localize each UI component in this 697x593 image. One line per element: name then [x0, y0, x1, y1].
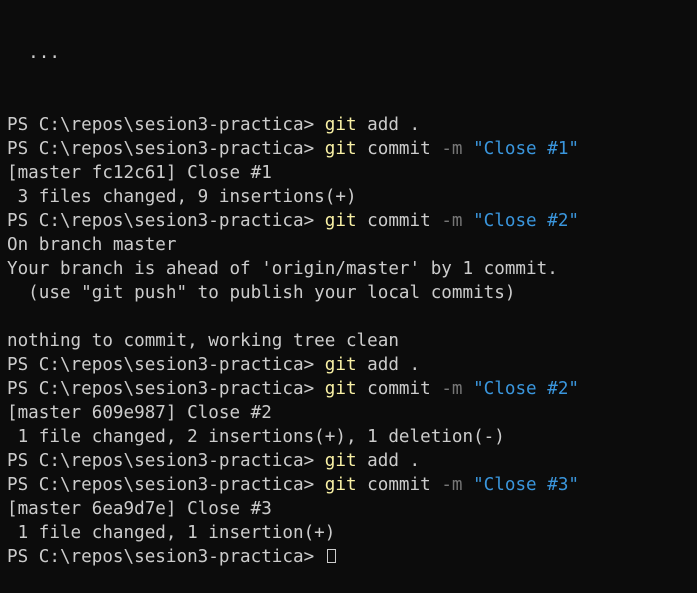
- command-flag: -m: [441, 139, 463, 159]
- prompt-text: PS C:\repos\sesion3-practica>: [7, 475, 325, 495]
- command-line: PS C:\repos\sesion3-practica> git commit…: [0, 377, 697, 401]
- active-prompt-line[interactable]: PS C:\repos\sesion3-practica>: [0, 545, 697, 569]
- output-line: [master 6ea9d7e] Close #3: [7, 499, 272, 519]
- prompt-text: PS C:\repos\sesion3-practica>: [7, 115, 325, 135]
- command-args: add .: [356, 355, 421, 375]
- command-line: PS C:\repos\sesion3-practica> git add .: [0, 449, 697, 473]
- output-line: nothing to commit, working tree clean: [7, 331, 399, 351]
- command-args: commit: [356, 211, 442, 231]
- command-line: PS C:\repos\sesion3-practica> git add .: [0, 353, 697, 377]
- command-name: git: [324, 379, 357, 399]
- command-name: git: [324, 475, 357, 495]
- terminal-line-fragment: ...: [7, 43, 82, 63]
- prompt-text: PS C:\repos\sesion3-practica>: [7, 379, 325, 399]
- output-line: Your branch is ahead of 'origin/master' …: [7, 259, 558, 279]
- command-line: PS C:\repos\sesion3-practica> git commit…: [0, 209, 697, 233]
- command-args: commit: [356, 379, 442, 399]
- command-name: git: [324, 451, 357, 471]
- terminal-window[interactable]: ... PS C:\repos\sesion3-practica> git ad…: [0, 0, 697, 567]
- output-line: 1 file changed, 2 insertions(+), 1 delet…: [7, 427, 505, 447]
- command-name: git: [324, 115, 357, 135]
- command-name: git: [324, 139, 357, 159]
- command-flag: -m: [441, 211, 463, 231]
- command-name: git: [324, 355, 357, 375]
- command-line: PS C:\repos\sesion3-practica> git commit…: [0, 137, 697, 161]
- command-args: add .: [356, 451, 421, 471]
- command-args: commit: [356, 139, 442, 159]
- output-line: 1 file changed, 1 insertion(+): [7, 523, 336, 543]
- output-line: 3 files changed, 9 insertions(+): [7, 187, 357, 207]
- prompt-text: PS C:\repos\sesion3-practica>: [7, 211, 325, 231]
- terminal-output: PS C:\repos\sesion3-practica> git add .P…: [0, 113, 697, 569]
- output-line: On branch master: [7, 235, 177, 255]
- command-line: PS C:\repos\sesion3-practica> git commit…: [0, 473, 697, 497]
- output-line: [master 609e987] Close #2: [7, 403, 272, 423]
- command-args: add .: [356, 115, 421, 135]
- command-flag: -m: [441, 379, 463, 399]
- command-args: commit: [356, 475, 442, 495]
- prompt-text: PS C:\repos\sesion3-practica>: [7, 139, 325, 159]
- command-line: PS C:\repos\sesion3-practica> git add .: [0, 113, 697, 137]
- prompt-text: PS C:\repos\sesion3-practica>: [7, 355, 325, 375]
- command-message: "Close #1": [473, 139, 580, 159]
- command-flag: -m: [441, 475, 463, 495]
- output-line: (use "git push" to publish your local co…: [7, 283, 516, 303]
- text-cursor-icon: [326, 549, 336, 563]
- output-line: [master fc12c61] Close #1: [7, 163, 272, 183]
- prompt-text: PS C:\repos\sesion3-practica>: [7, 451, 325, 471]
- command-message: "Close #2": [473, 379, 580, 399]
- prompt-text: PS C:\repos\sesion3-practica>: [7, 547, 325, 567]
- command-message: "Close #2": [473, 211, 580, 231]
- command-name: git: [324, 211, 357, 231]
- command-message: "Close #3": [473, 475, 580, 495]
